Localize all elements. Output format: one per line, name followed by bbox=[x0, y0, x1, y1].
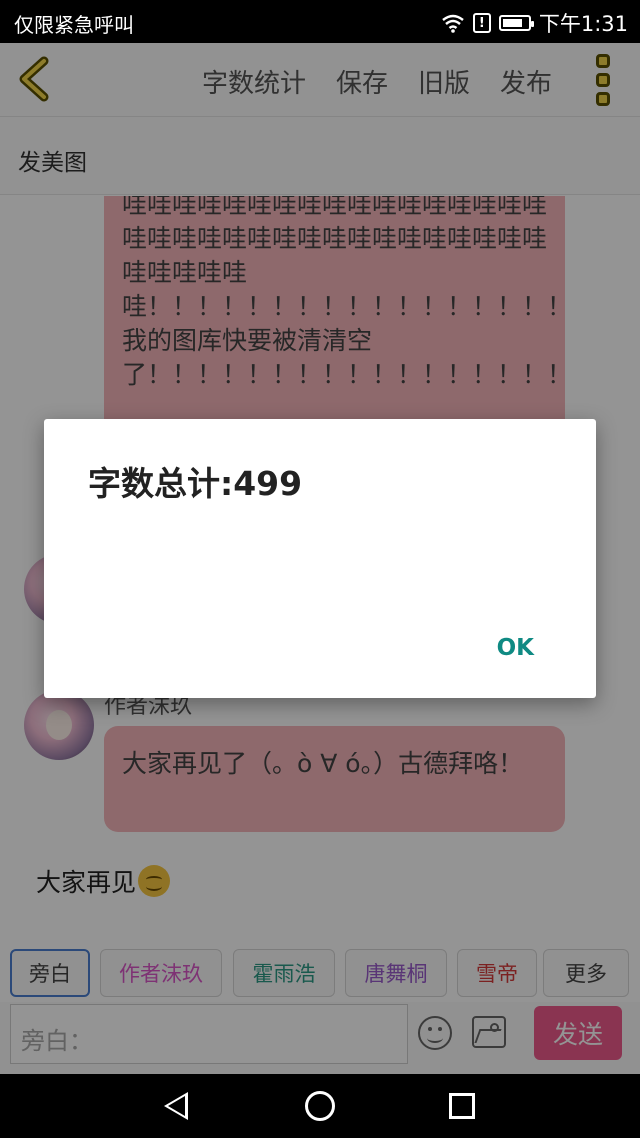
system-nav-bar bbox=[0, 1074, 640, 1138]
battery-icon bbox=[498, 15, 534, 31]
dialog-ok-button[interactable]: OK bbox=[497, 635, 534, 661]
nav-recents-icon[interactable] bbox=[449, 1093, 475, 1119]
status-bar: 仅限紧急呼叫 ! 下午1:31 bbox=[0, 0, 640, 43]
alert-icon: ! bbox=[472, 13, 491, 33]
nav-back-icon[interactable] bbox=[164, 1092, 188, 1120]
carrier-text: 仅限紧急呼叫 bbox=[14, 13, 134, 37]
wifi-icon bbox=[442, 14, 464, 33]
word-count-dialog: 字数总计:499 OK bbox=[44, 419, 596, 698]
status-time: 下午1:31 bbox=[538, 12, 628, 36]
nav-home-icon[interactable] bbox=[305, 1091, 335, 1121]
dialog-message: 字数总计:499 bbox=[88, 464, 303, 503]
status-icons: ! 下午1:31 bbox=[441, 8, 628, 38]
